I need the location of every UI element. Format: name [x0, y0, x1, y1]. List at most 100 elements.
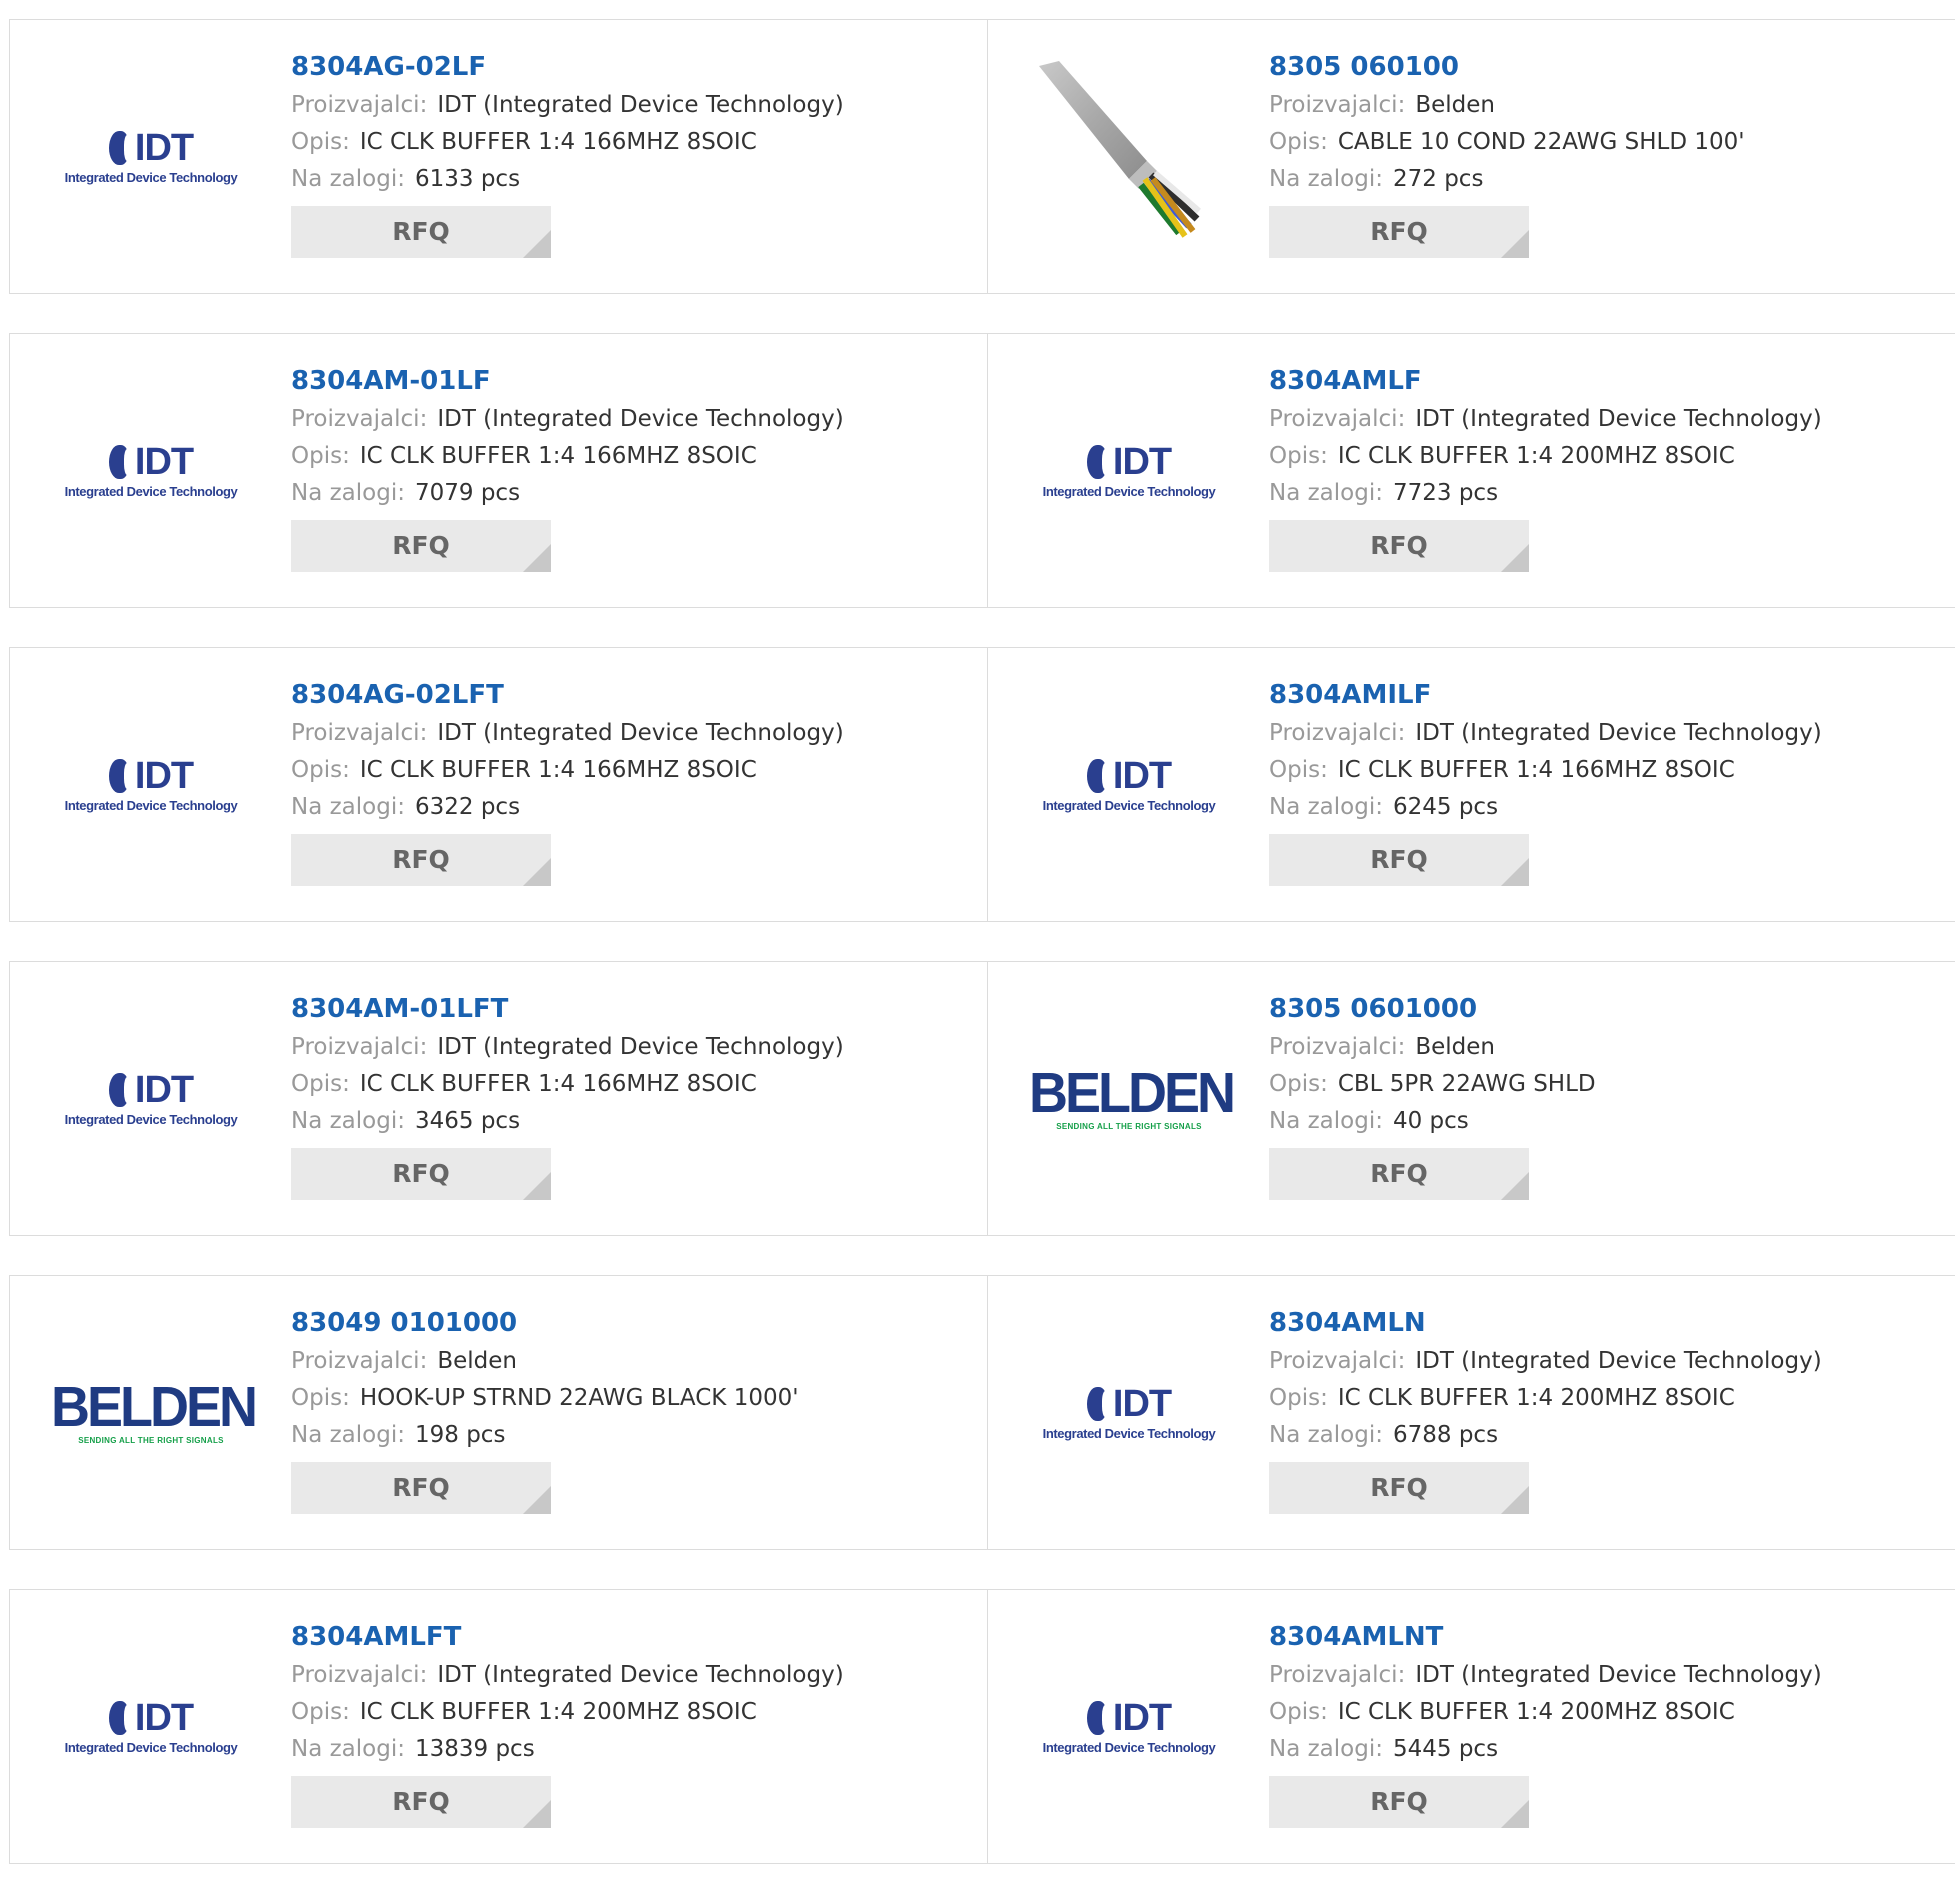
product-image[interactable]: IDT Integrated Device Technology	[1026, 684, 1232, 884]
product-card: IDT Integrated Device Technology 8304AML…	[987, 1590, 1955, 1863]
rfq-button[interactable]: RFQ	[291, 520, 551, 572]
rfq-button[interactable]: RFQ	[1269, 1462, 1529, 1514]
idt-logo-subtitle: Integrated Device Technology	[64, 483, 238, 499]
stock-label: Na zalogi:	[291, 794, 405, 820]
manufacturer-label: Proizvajalci:	[1269, 92, 1406, 118]
product-image[interactable]: IDT Integrated Device Technology	[1026, 370, 1232, 570]
product-grid: IDT Integrated Device Technology 8304AG-…	[9, 19, 1955, 1903]
stock-value: 7723 pcs	[1392, 480, 1499, 506]
product-card: BELDEN SENDING ALL THE RIGHT SIGNALS 830…	[10, 1276, 987, 1549]
rfq-button[interactable]: RFQ	[291, 206, 551, 258]
product-row: IDT Integrated Device Technology 8304AM-…	[9, 961, 1955, 1236]
idt-logo: IDT Integrated Device Technology	[51, 128, 251, 185]
part-number-link[interactable]: 8304AMLN	[1269, 1303, 1822, 1343]
rfq-button[interactable]: RFQ	[1269, 520, 1529, 572]
stock-value: 198 pcs	[414, 1422, 506, 1448]
rfq-button-label: RFQ	[392, 1473, 450, 1502]
rfq-button[interactable]: RFQ	[291, 1776, 551, 1828]
rfq-button-label: RFQ	[392, 1787, 450, 1816]
stock-label: Na zalogi:	[291, 1422, 405, 1448]
manufacturer-label: Proizvajalci:	[291, 720, 428, 746]
part-number-link[interactable]: 8304AMILF	[1269, 675, 1822, 715]
idt-mark-icon	[108, 1072, 132, 1107]
part-number-link[interactable]: 8304AG-02LF	[291, 47, 844, 87]
part-number-link[interactable]: 8304AMLNT	[1269, 1617, 1822, 1657]
description-label: Opis:	[1269, 443, 1328, 469]
product-card: IDT Integrated Device Technology 8304AML…	[10, 1590, 987, 1863]
manufacturer-value: IDT (Integrated Device Technology)	[437, 92, 844, 118]
idt-logo-subtitle: Integrated Device Technology	[1042, 1425, 1216, 1441]
part-number-link[interactable]: 83049 0101000	[291, 1303, 799, 1343]
stock-value: 13839 pcs	[414, 1736, 535, 1762]
stock-label: Na zalogi:	[1269, 480, 1383, 506]
rfq-button[interactable]: RFQ	[1269, 206, 1529, 258]
product-image[interactable]: BELDEN SENDING ALL THE RIGHT SIGNALS	[1026, 998, 1236, 1198]
manufacturer-label: Proizvajalci:	[291, 1348, 428, 1374]
product-card: 8305 060100 Proizvajalci: Belden Opis: CAB…	[987, 20, 1955, 293]
rfq-button[interactable]: RFQ	[291, 834, 551, 886]
stock-value: 3465 pcs	[414, 1108, 521, 1134]
manufacturer-label: Proizvajalci:	[291, 1034, 428, 1060]
rfq-button[interactable]: RFQ	[291, 1462, 551, 1514]
product-image[interactable]: IDT Integrated Device Technology	[48, 998, 254, 1198]
stock-value: 5445 pcs	[1392, 1736, 1499, 1762]
rfq-button[interactable]: RFQ	[1269, 834, 1529, 886]
product-image[interactable]: BELDEN SENDING ALL THE RIGHT SIGNALS	[48, 1312, 258, 1512]
idt-logo: IDT Integrated Device Technology	[1029, 1698, 1229, 1755]
rfq-button[interactable]: RFQ	[1269, 1776, 1529, 1828]
idt-logo: IDT Integrated Device Technology	[1029, 442, 1229, 499]
description-value: CABLE 10 COND 22AWG SHLD 100'	[1337, 129, 1745, 155]
product-card: IDT Integrated Device Technology 8304AM-…	[10, 962, 987, 1235]
stock-label: Na zalogi:	[291, 480, 405, 506]
description-value: HOOK-UP STRND 22AWG BLACK 1000'	[359, 1385, 799, 1411]
part-number-link[interactable]: 8304AMLFT	[291, 1617, 844, 1657]
description-label: Opis:	[1269, 1699, 1328, 1725]
stock-value: 6245 pcs	[1392, 794, 1499, 820]
idt-logo-subtitle: Integrated Device Technology	[64, 1739, 238, 1755]
product-card: IDT Integrated Device Technology 8304AM-…	[10, 334, 987, 607]
corner-triangle-icon	[523, 858, 551, 886]
product-image[interactable]: IDT Integrated Device Technology	[48, 56, 254, 256]
rfq-button[interactable]: RFQ	[1269, 1148, 1529, 1200]
product-image[interactable]: IDT Integrated Device Technology	[48, 370, 254, 570]
part-number-link[interactable]: 8304AMLF	[1269, 361, 1822, 401]
product-image[interactable]: IDT Integrated Device Technology	[48, 684, 254, 884]
rfq-button-label: RFQ	[1370, 1473, 1428, 1502]
idt-mark-icon	[1086, 1700, 1110, 1735]
stock-label: Na zalogi:	[291, 1108, 405, 1134]
manufacturer-label: Proizvajalci:	[291, 1662, 428, 1688]
description-label: Opis:	[1269, 129, 1328, 155]
part-number-link[interactable]: 8304AM-01LFT	[291, 989, 844, 1029]
part-number-link[interactable]: 8304AM-01LF	[291, 361, 844, 401]
product-image[interactable]	[1026, 56, 1232, 256]
rfq-button-label: RFQ	[392, 845, 450, 874]
product-card: IDT Integrated Device Technology 8304AG-…	[10, 648, 987, 921]
rfq-button[interactable]: RFQ	[291, 1148, 551, 1200]
manufacturer-value: IDT (Integrated Device Technology)	[1415, 720, 1822, 746]
description-value: IC CLK BUFFER 1:4 166MHZ 8SOIC	[359, 1071, 757, 1097]
product-image[interactable]: IDT Integrated Device Technology	[1026, 1312, 1232, 1512]
part-number-link[interactable]: 8304AG-02LFT	[291, 675, 844, 715]
product-image[interactable]: IDT Integrated Device Technology	[1026, 1626, 1232, 1826]
stock-value: 272 pcs	[1392, 166, 1484, 192]
stock-label: Na zalogi:	[1269, 1108, 1383, 1134]
product-row: IDT Integrated Device Technology 8304AML…	[9, 1589, 1955, 1864]
part-number-link[interactable]: 8305 060100	[1269, 47, 1745, 87]
part-number-link[interactable]: 8305 0601000	[1269, 989, 1596, 1029]
product-image[interactable]: IDT Integrated Device Technology	[48, 1626, 254, 1826]
idt-logo-subtitle: Integrated Device Technology	[1042, 1739, 1216, 1755]
description-label: Opis:	[291, 129, 350, 155]
idt-logo-subtitle: Integrated Device Technology	[64, 797, 238, 813]
manufacturer-value: Belden	[437, 1348, 517, 1374]
rfq-button-label: RFQ	[392, 217, 450, 246]
product-card: IDT Integrated Device Technology 8304AMI…	[987, 648, 1955, 921]
corner-triangle-icon	[523, 1800, 551, 1828]
manufacturer-value: IDT (Integrated Device Technology)	[1415, 1662, 1822, 1688]
product-card: IDT Integrated Device Technology 8304AML…	[987, 334, 1955, 607]
stock-label: Na zalogi:	[1269, 166, 1383, 192]
description-value: CBL 5PR 22AWG SHLD	[1337, 1071, 1596, 1097]
stock-label: Na zalogi:	[1269, 794, 1383, 820]
manufacturer-value: Belden	[1415, 1034, 1495, 1060]
idt-logo: IDT Integrated Device Technology	[51, 442, 251, 499]
idt-logo-title: IDT	[134, 126, 194, 169]
